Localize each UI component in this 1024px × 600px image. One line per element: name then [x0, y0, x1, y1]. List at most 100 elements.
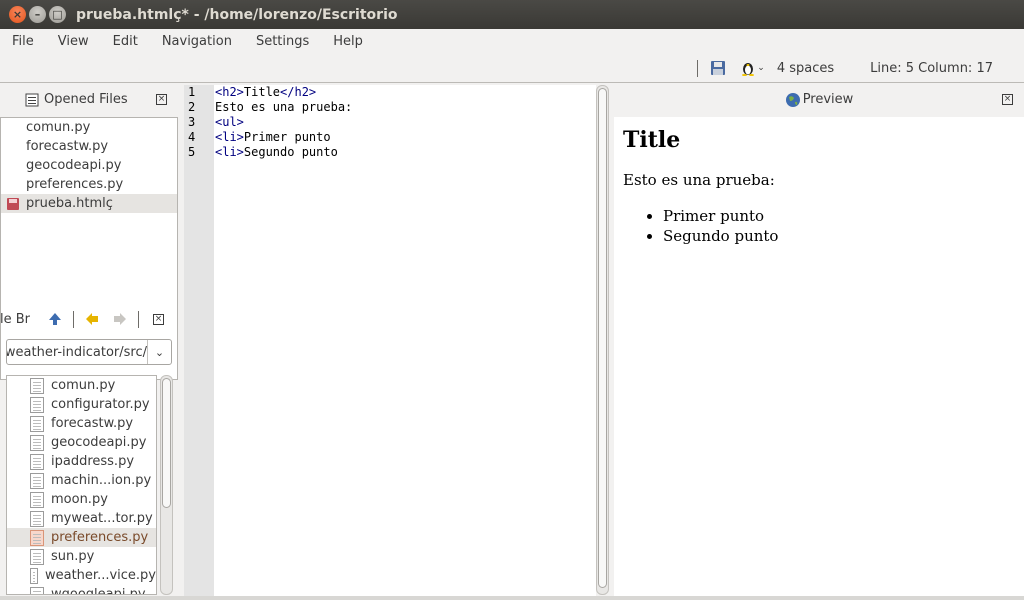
list-item[interactable]: comun.py: [7, 376, 156, 395]
window-title: prueba.htmlç* - /home/lorenzo/Escritorio: [76, 6, 398, 23]
minimize-window-button[interactable]: –: [29, 6, 46, 23]
preview-panel: Preview × Title Esto es una prueba: Prim…: [614, 85, 1024, 600]
list-item[interactable]: comun.py: [1, 118, 177, 137]
opened-files-title: Opened Files: [44, 92, 128, 107]
linux-icon[interactable]: [740, 60, 756, 76]
code-line[interactable]: Esto es una prueba:: [215, 100, 352, 115]
menu-edit[interactable]: Edit: [101, 34, 150, 49]
title-bar: × – □ prueba.htmlç* - /home/lorenzo/Escr…: [0, 0, 1024, 29]
list-item[interactable]: preferences.py: [1, 175, 177, 194]
list-item[interactable]: forecastw.py: [1, 137, 177, 156]
forward-icon[interactable]: [112, 311, 128, 327]
path-value: /weather-indicator/src: [7, 344, 147, 360]
list-item-label: geocodeapi.py: [51, 435, 147, 450]
list-item[interactable]: wgoogleapi.py: [7, 585, 156, 595]
line-number-gutter: 12345: [184, 85, 214, 597]
menu-help[interactable]: Help: [321, 34, 375, 49]
preview-header: Preview ×: [614, 85, 1024, 114]
line-number: 5: [188, 145, 196, 159]
file-icon: [30, 396, 44, 413]
menu-view[interactable]: View: [46, 34, 101, 49]
list-item-label: ipaddress.py: [51, 454, 135, 469]
file-icon: [30, 529, 44, 546]
menu-navigation[interactable]: Navigation: [150, 34, 244, 49]
separator: [697, 59, 699, 77]
chevron-down-icon[interactable]: ⌄: [147, 340, 171, 364]
file-icon: [30, 377, 44, 394]
list-item-label: comun.py: [26, 120, 91, 135]
code-text: Title: [243, 85, 281, 99]
scrollbar-thumb[interactable]: [598, 88, 607, 588]
code-line[interactable]: <li>Primer punto: [215, 130, 352, 145]
list-item-label: configurator.py: [51, 397, 150, 412]
list-item-label: wgoogleapi.py: [51, 587, 146, 595]
indent-status[interactable]: 4 spaces: [777, 61, 834, 76]
bookmark-icon[interactable]: [84, 311, 100, 327]
list-item-label: geocodeapi.py: [26, 158, 122, 173]
list-item-label: comun.py: [51, 378, 116, 393]
code-line[interactable]: <h2>Title</h2>: [215, 85, 352, 100]
close-icon[interactable]: ×: [153, 313, 165, 325]
code-tag: </h2>: [280, 85, 317, 99]
list-item-label: sun.py: [51, 549, 95, 564]
code-editor[interactable]: 12345 <h2>Title</h2> Esto es una prueba: <…: [184, 85, 596, 597]
preview-paragraph: Esto es una prueba:: [623, 171, 775, 189]
list-item[interactable]: myweat...tor.py: [7, 509, 156, 528]
list-item-selected[interactable]: prueba.htmlç: [1, 194, 177, 213]
list-item[interactable]: sun.py: [7, 547, 156, 566]
file-icon: [30, 567, 38, 584]
preview-title: Preview: [802, 92, 854, 107]
file-browser-list: comun.py configurator.py forecastw.py ge…: [6, 375, 157, 595]
code-text: Segundo punto: [243, 145, 338, 159]
file-icon: [30, 415, 44, 432]
list-item[interactable]: geocodeapi.py: [7, 433, 156, 452]
preview-list-item: Primer punto: [663, 207, 1015, 227]
close-window-button[interactable]: ×: [9, 6, 26, 23]
list-item[interactable]: geocodeapi.py: [1, 156, 177, 175]
list-item[interactable]: weather...vice.py: [7, 566, 156, 585]
file-icon: [30, 491, 44, 508]
path-combobox[interactable]: /weather-indicator/src ⌄: [6, 339, 172, 365]
list-item-selected[interactable]: preferences.py: [7, 528, 156, 547]
code-line[interactable]: <li>Segundo punto: [215, 145, 352, 160]
list-item[interactable]: forecastw.py: [7, 414, 156, 433]
file-icon: [30, 548, 44, 565]
list-item-label: machin...ion.py: [51, 473, 152, 488]
preview-content: Title Esto es una prueba: Primer punto S…: [614, 117, 1024, 600]
list-item[interactable]: moon.py: [7, 490, 156, 509]
editor-scrollbar[interactable]: [596, 85, 609, 595]
list-item[interactable]: machin...ion.py: [7, 471, 156, 490]
list-item-label: myweat...tor.py: [51, 511, 153, 526]
close-icon[interactable]: ×: [156, 94, 167, 105]
chevron-down-icon[interactable]: ⌄: [757, 63, 765, 73]
maximize-window-button[interactable]: □: [49, 6, 66, 23]
opened-files-header: Opened Files ×: [0, 85, 180, 114]
preview-list-item: Segundo punto: [663, 227, 1015, 247]
line-number: 1: [188, 85, 196, 99]
code-text: Primer punto: [243, 130, 331, 144]
list-item[interactable]: configurator.py: [7, 395, 156, 414]
menu-file[interactable]: File: [0, 34, 46, 49]
close-icon[interactable]: ×: [1002, 94, 1013, 105]
arrow-up-icon[interactable]: [47, 311, 63, 327]
code-line[interactable]: <ul>: [215, 115, 352, 130]
list-item-label: moon.py: [51, 492, 108, 507]
list-item[interactable]: ipaddress.py: [7, 452, 156, 471]
scrollbar-thumb[interactable]: [162, 378, 171, 508]
save-icon[interactable]: [710, 60, 726, 76]
line-number: 3: [188, 115, 196, 129]
menu-settings[interactable]: Settings: [244, 34, 321, 49]
list-item-label: weather...vice.py: [44, 568, 156, 583]
globe-icon: [785, 92, 800, 107]
code-tag: <ul>: [215, 115, 244, 129]
code-text: Esto es una prueba:: [215, 100, 353, 114]
code-area[interactable]: <h2>Title</h2> Esto es una prueba: <ul> <li…: [215, 85, 352, 160]
file-icon: [30, 472, 44, 489]
file-list-scrollbar[interactable]: [160, 375, 173, 595]
file-browser-toolbar: le Br ×: [0, 307, 180, 331]
file-icon: [30, 510, 44, 527]
line-number: 4: [188, 130, 196, 144]
list-item-label: forecastw.py: [51, 416, 134, 431]
file-icon: [30, 586, 44, 594]
modified-file-icon: [7, 197, 19, 210]
